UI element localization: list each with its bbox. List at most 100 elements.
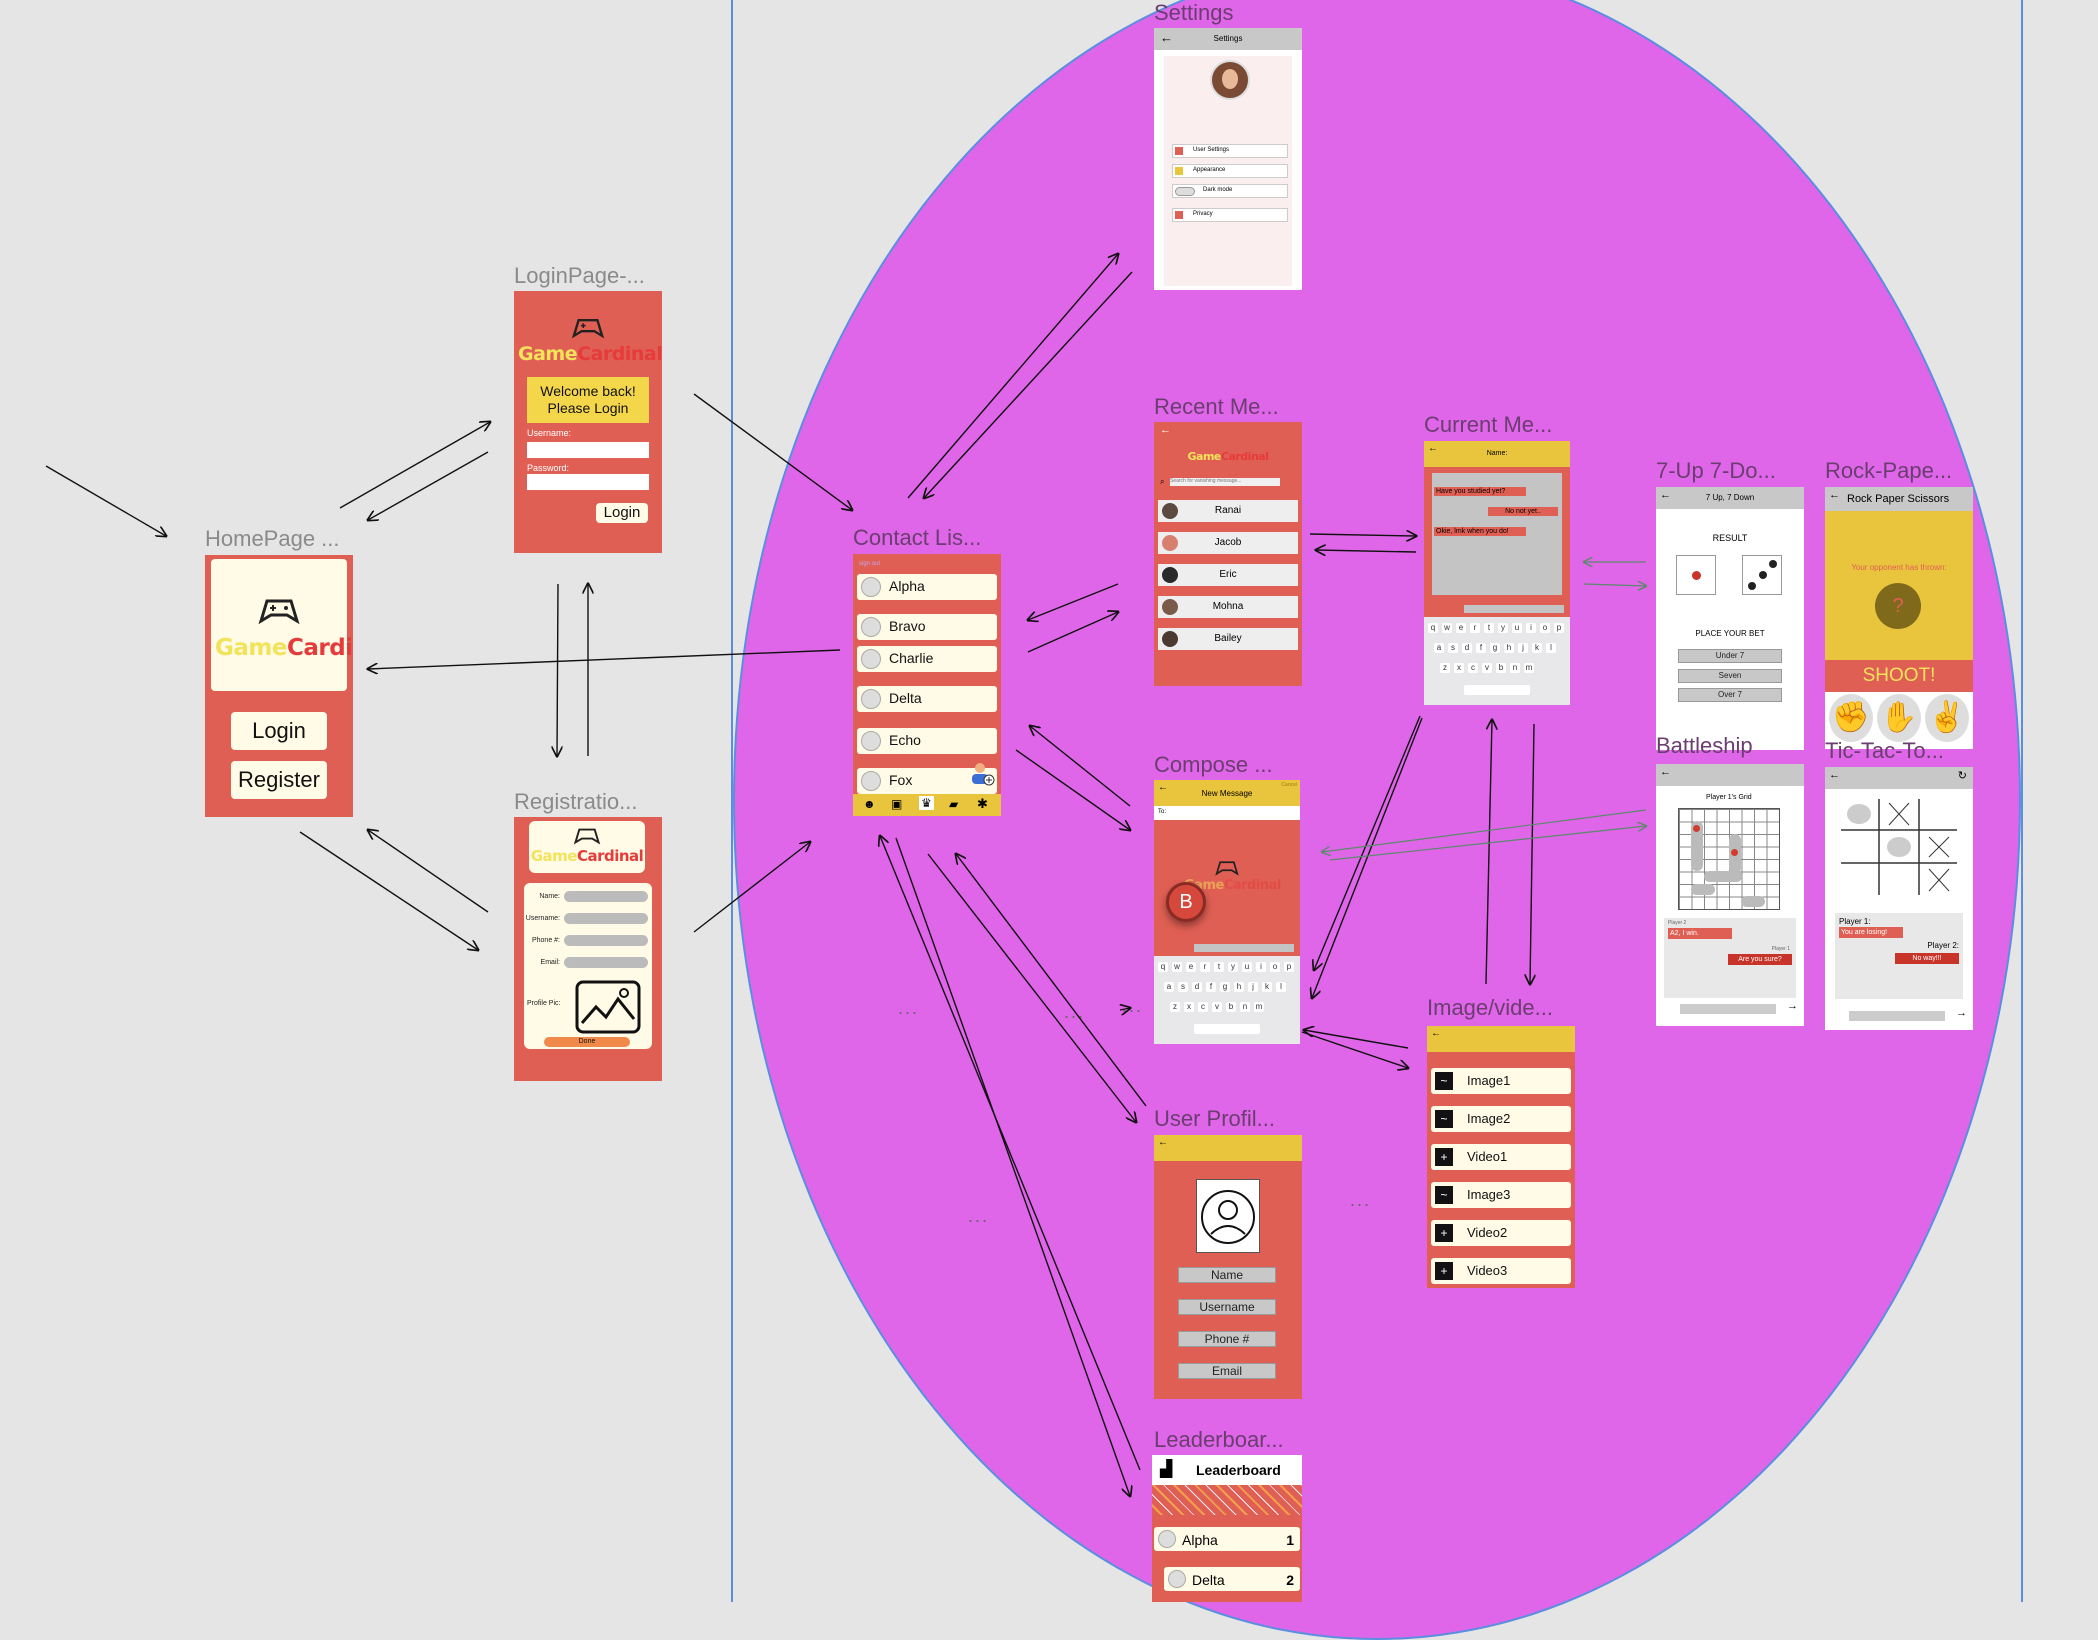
keyboard-key[interactable]: g bbox=[1490, 643, 1500, 653]
media-row-video2[interactable]: + Video2 bbox=[1431, 1220, 1571, 1246]
keyboard-key[interactable]: t bbox=[1214, 962, 1224, 972]
nav-trophy-icon[interactable]: ♛ bbox=[919, 796, 934, 810]
tictactoe-frame[interactable]: ← ↻ Player 1: You are losing! Player 2: … bbox=[1825, 767, 1973, 1030]
back-arrow-icon[interactable]: ← bbox=[1829, 489, 1840, 501]
reg-field-phone[interactable] bbox=[564, 935, 648, 946]
keyboard-key[interactable]: w bbox=[1442, 623, 1452, 633]
nav-chat-icon[interactable]: ▣ bbox=[891, 797, 902, 811]
recent-frame[interactable]: ← GameCardinal ⌕ Search for vanishing me… bbox=[1154, 422, 1302, 686]
keyboard-key[interactable]: p bbox=[1554, 623, 1564, 633]
keyboard-key[interactable]: o bbox=[1270, 962, 1280, 972]
keyboard-key[interactable]: j bbox=[1248, 982, 1258, 992]
keyboard-key[interactable]: l bbox=[1546, 643, 1556, 653]
media-frame[interactable]: ← ~ Image1 ~ Image2 + Video1 ~ Image3 + Video2 + Vi… bbox=[1427, 1026, 1575, 1288]
nav-game-icon[interactable]: ☻ bbox=[863, 797, 876, 811]
rps-shoot-button[interactable]: SHOOT! bbox=[1825, 660, 1973, 692]
keyboard-key[interactable]: v bbox=[1212, 1002, 1222, 1012]
reg-done-button[interactable]: Done bbox=[544, 1037, 630, 1047]
tictactoe-board[interactable] bbox=[1839, 797, 1959, 897]
recent-row-jacob[interactable]: Jacob bbox=[1158, 532, 1298, 554]
contact-row-alpha[interactable]: Alpha bbox=[857, 574, 997, 600]
keyboard-key[interactable]: k bbox=[1532, 643, 1542, 653]
dark-mode-toggle[interactable] bbox=[1175, 187, 1195, 196]
back-arrow-icon[interactable]: ← bbox=[1660, 766, 1671, 778]
keyboard[interactable]: qwertyuiop asdfghjkl zxcvbnm bbox=[1424, 617, 1570, 705]
keyboard-key[interactable]: z bbox=[1170, 1002, 1180, 1012]
rps-frame[interactable]: ← Rock Paper Scissors Your opponent has … bbox=[1825, 487, 1973, 749]
keyboard-key[interactable]: r bbox=[1200, 962, 1210, 972]
homepage-register-button[interactable]: Register bbox=[231, 761, 327, 799]
battleship-grid[interactable] bbox=[1678, 808, 1780, 910]
keyboard-key[interactable]: j bbox=[1518, 643, 1528, 653]
keyboard-key[interactable]: x bbox=[1184, 1002, 1194, 1012]
registration-frame[interactable]: GameCardinal Name: Username: Phone #: Em… bbox=[514, 817, 662, 1081]
compose-to-field[interactable]: To: bbox=[1154, 806, 1300, 820]
space-key[interactable] bbox=[1194, 1024, 1260, 1034]
sevenup-frame[interactable]: ← 7 Up, 7 Down RESULT PLACE YOUR BET Und… bbox=[1656, 487, 1804, 750]
leaderboard-frame[interactable]: ▟ Leaderboard Alpha 1 Delta 2 bbox=[1152, 1455, 1302, 1602]
keyboard-key[interactable]: f bbox=[1206, 982, 1216, 992]
loginpage-frame[interactable]: GameCardinal Welcome back! Please Login … bbox=[514, 291, 662, 553]
keyboard-key[interactable]: i bbox=[1256, 962, 1266, 972]
username-field[interactable] bbox=[527, 442, 649, 458]
contacts-signout-hint[interactable]: sign out bbox=[859, 561, 880, 567]
recent-row-ranai[interactable]: Ranai bbox=[1158, 500, 1298, 522]
send-arrow-icon[interactable]: → bbox=[1956, 1007, 1967, 1019]
keyboard-key[interactable]: x bbox=[1454, 663, 1464, 673]
recent-row-bailey[interactable]: Bailey bbox=[1158, 628, 1298, 650]
keyboard-key[interactable]: z bbox=[1440, 663, 1450, 673]
contacts-frame[interactable]: sign out Alpha Bravo Charlie Delta Echo Fox ☻… bbox=[853, 554, 1001, 816]
profile-frame[interactable]: ← Name Username Phone # Email bbox=[1154, 1135, 1302, 1399]
bet-over-7-button[interactable]: Over 7 bbox=[1678, 688, 1782, 702]
keyboard-key[interactable]: c bbox=[1468, 663, 1478, 673]
keyboard-key[interactable]: y bbox=[1498, 623, 1508, 633]
refresh-icon[interactable]: ↻ bbox=[1958, 769, 1967, 782]
battleship-input[interactable] bbox=[1680, 1004, 1776, 1014]
bet-under-7-button[interactable]: Under 7 bbox=[1678, 649, 1782, 663]
keyboard-key[interactable]: a bbox=[1434, 643, 1444, 653]
keyboard-key[interactable]: b bbox=[1496, 663, 1506, 673]
keyboard-key[interactable]: e bbox=[1186, 962, 1196, 972]
back-arrow-icon[interactable]: ← bbox=[1431, 1028, 1441, 1039]
compose-input[interactable] bbox=[1194, 944, 1294, 952]
homepage-frame[interactable]: GameCardinal Login Register bbox=[205, 555, 353, 817]
back-arrow-icon[interactable]: ← bbox=[1158, 1137, 1168, 1148]
media-row-video1[interactable]: + Video1 bbox=[1431, 1144, 1571, 1170]
media-row-image1[interactable]: ~ Image1 bbox=[1431, 1068, 1571, 1094]
battleship-frame[interactable]: ← Player 1's Grid Player 2 A2, I win. Pl… bbox=[1656, 764, 1804, 1026]
add-contact-icon[interactable] bbox=[969, 760, 995, 786]
image-placeholder-icon[interactable] bbox=[574, 979, 642, 1035]
settings-item-user[interactable]: User Settings bbox=[1172, 144, 1288, 158]
keyboard-key[interactable]: s bbox=[1178, 982, 1188, 992]
keyboard-key[interactable]: m bbox=[1524, 663, 1534, 673]
space-key[interactable] bbox=[1464, 685, 1530, 695]
keyboard-key[interactable]: p bbox=[1284, 962, 1294, 972]
keyboard-key[interactable]: s bbox=[1448, 643, 1458, 653]
settings-item-darkmode[interactable]: Dark mode bbox=[1172, 184, 1288, 198]
keyboard-key[interactable]: w bbox=[1172, 962, 1182, 972]
keyboard-key[interactable]: q bbox=[1428, 623, 1438, 633]
keyboard-key[interactable]: d bbox=[1192, 982, 1202, 992]
keyboard-key[interactable]: d bbox=[1462, 643, 1472, 653]
keyboard-key[interactable]: m bbox=[1254, 1002, 1264, 1012]
media-row-image2[interactable]: ~ Image2 bbox=[1431, 1106, 1571, 1132]
keyboard-key[interactable]: n bbox=[1240, 1002, 1250, 1012]
media-row-video3[interactable]: + Video3 bbox=[1431, 1258, 1571, 1284]
profile-avatar[interactable] bbox=[1196, 1179, 1260, 1253]
back-arrow-icon[interactable]: ← bbox=[1829, 769, 1840, 781]
keyboard-key[interactable]: b bbox=[1226, 1002, 1236, 1012]
reg-field-email[interactable] bbox=[564, 957, 648, 968]
keyboard-key[interactable]: o bbox=[1540, 623, 1550, 633]
settings-item-appearance[interactable]: Appearance bbox=[1172, 164, 1288, 178]
compose-cancel[interactable]: Cancel bbox=[1281, 782, 1297, 788]
keyboard-key[interactable]: g bbox=[1220, 982, 1230, 992]
settings-frame[interactable]: ← Settings User Settings Appearance Dark… bbox=[1154, 28, 1302, 290]
contact-row-bravo[interactable]: Bravo bbox=[857, 614, 997, 640]
keyboard-key[interactable]: n bbox=[1510, 663, 1520, 673]
keyboard-key[interactable]: f bbox=[1476, 643, 1486, 653]
current-frame[interactable]: ← Name: Have you studied yet? No not yet… bbox=[1424, 441, 1570, 705]
keyboard-key[interactable]: u bbox=[1512, 623, 1522, 633]
nav-settings-icon[interactable]: ✱ bbox=[977, 796, 988, 812]
reg-field-username[interactable] bbox=[564, 913, 648, 924]
send-arrow-icon[interactable]: → bbox=[1787, 1000, 1798, 1012]
